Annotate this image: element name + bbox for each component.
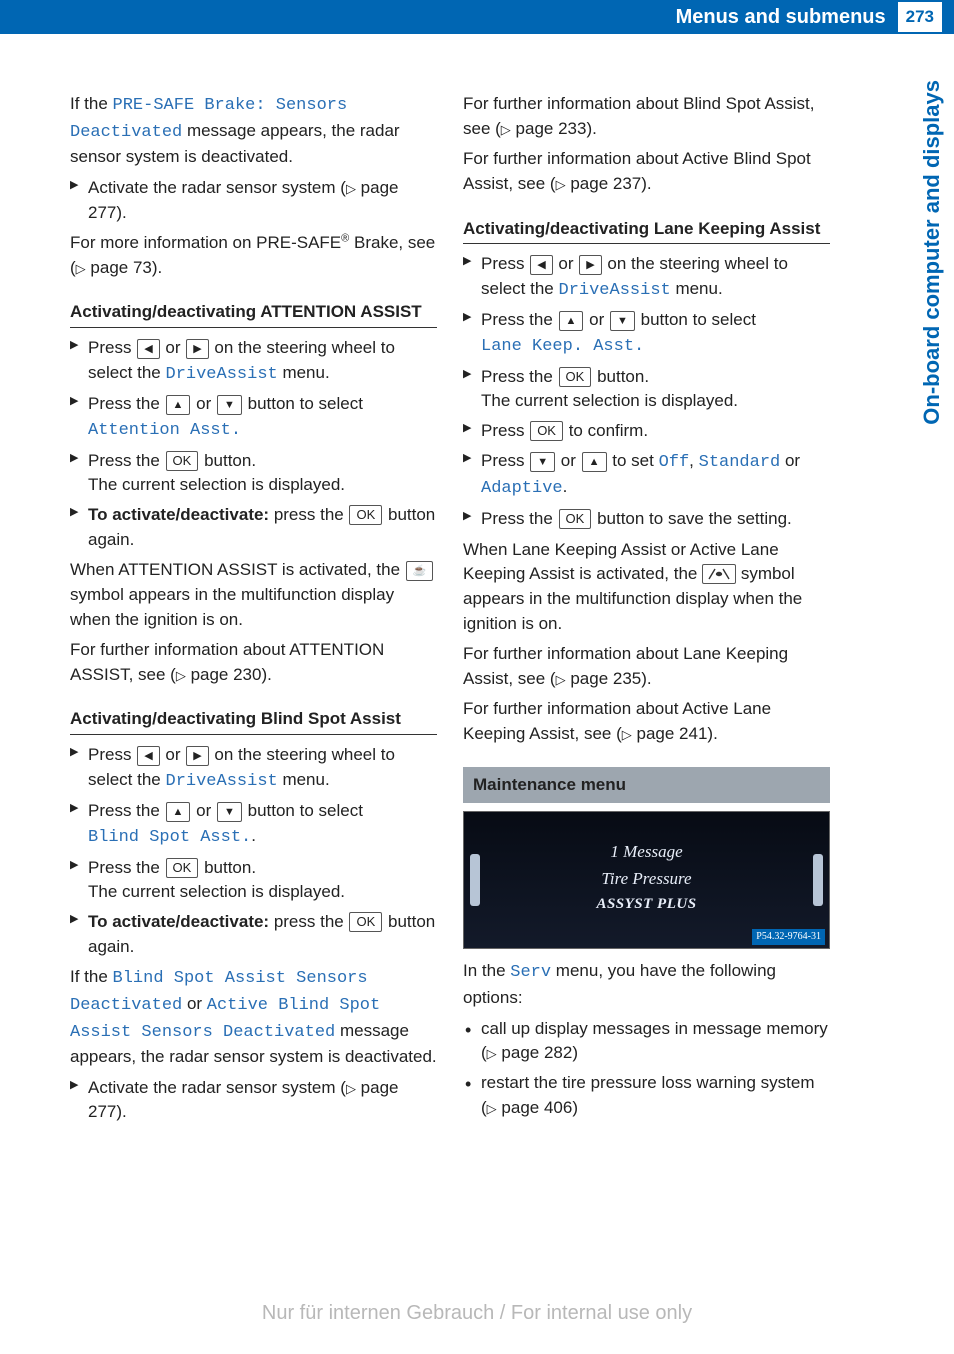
display-text: Adaptive	[481, 479, 563, 498]
attention-more-info: For further information about ATTENTION …	[70, 638, 437, 687]
display-text: Lane Keep. Asst.	[481, 337, 644, 356]
display-line-3: ASSYST PLUS	[464, 894, 829, 916]
down-arrow-key-icon: ▼	[610, 311, 635, 331]
page-number: 273	[896, 0, 944, 34]
left-column: If the PRE-SAFE Brake: Sensors Deactivat…	[70, 86, 437, 1130]
right-arrow-key-icon: ▶	[579, 255, 601, 275]
ref-icon: ▷	[556, 672, 566, 687]
presafe-deactivated-note: If the PRE-SAFE Brake: Sensors Deactivat…	[70, 92, 437, 170]
step: Press ◀ or ▶ on the steering wheel to se…	[70, 336, 437, 387]
right-arrow-key-icon: ▶	[186, 746, 208, 766]
down-arrow-key-icon: ▼	[217, 395, 242, 415]
step: To activate/deactivate: press the OK but…	[70, 910, 437, 959]
ok-key-icon: OK	[530, 421, 563, 441]
ok-key-icon: OK	[349, 505, 382, 525]
step: Press ▼ or ▲ to set Off, Standard or Ada…	[463, 449, 830, 502]
display-text: Standard	[699, 453, 781, 472]
right-arrow-key-icon: ▶	[186, 339, 208, 359]
alka-more-info: For further information about Active Lan…	[463, 697, 830, 746]
watermark-footer: Nur für internen Gebrauch / For internal…	[0, 1299, 954, 1328]
up-arrow-key-icon: ▲	[559, 311, 584, 331]
up-arrow-key-icon: ▲	[166, 802, 191, 822]
instrument-display-image: 1 Message Tire Pressure ASSYST PLUS P54.…	[463, 811, 830, 949]
lka-more-info: For further information about Lane Keepi…	[463, 642, 830, 691]
attention-assist-heading: Activating/deactivating ATTENTION ASSIST	[70, 300, 437, 328]
list-item: restart the tire pressure loss warning s…	[463, 1071, 830, 1120]
step: Press the ▲ or ▼ button to select Lane K…	[463, 308, 830, 359]
up-arrow-key-icon: ▲	[582, 452, 607, 472]
step: Press the OK button to save the setting.	[463, 507, 830, 532]
display-right-indicator	[813, 854, 823, 906]
step: Press the ▲ or ▼ button to select Attent…	[70, 392, 437, 443]
bsa-more-info: For further information about Blind Spot…	[463, 92, 830, 141]
step: Press ◀ or ▶ on the steering wheel to se…	[463, 252, 830, 303]
display-text: DriveAssist	[559, 281, 671, 300]
section-tab-label: On-board computer and displays	[916, 80, 948, 425]
step-activate-radar: Activate the radar sensor system (▷ page…	[70, 1076, 437, 1125]
ref-icon: ▷	[346, 181, 356, 196]
display-text: DriveAssist	[166, 365, 278, 384]
display-text: Blind Spot Asst.	[88, 828, 251, 847]
ok-key-icon: OK	[166, 858, 199, 878]
ok-key-icon: OK	[166, 451, 199, 471]
right-column: For further information about Blind Spot…	[463, 86, 830, 1130]
step: Press the ▲ or ▼ button to select Blind …	[70, 799, 437, 850]
attention-activated-note: When ATTENTION ASSIST is activated, the …	[70, 558, 437, 632]
ref-icon: ▷	[487, 1101, 497, 1116]
ref-icon: ▷	[556, 177, 566, 192]
ref-icon: ▷	[76, 261, 86, 276]
display-text: DriveAssist	[166, 772, 278, 791]
header-title: Menus and submenus	[676, 3, 896, 32]
image-reference-tag: P54.32-9764-31	[752, 929, 825, 946]
lane-keep-symbol-icon	[702, 564, 736, 584]
page-header: Menus and submenus 273	[0, 0, 954, 34]
ref-icon: ▷	[346, 1081, 356, 1096]
down-arrow-key-icon: ▼	[530, 452, 555, 472]
display-left-indicator	[470, 854, 480, 906]
section-tab: On-board computer and displays	[916, 80, 948, 425]
blind-spot-heading: Activating/deactivating Blind Spot Assis…	[70, 707, 437, 735]
list-item: call up display messages in message memo…	[463, 1017, 830, 1066]
step: To activate/deactivate: press the OK but…	[70, 503, 437, 552]
ref-icon: ▷	[501, 122, 511, 137]
left-arrow-key-icon: ◀	[530, 255, 552, 275]
lka-activated-note: When Lane Keeping Assist or Active Lane …	[463, 538, 830, 637]
ok-key-icon: OK	[559, 367, 592, 387]
ref-icon: ▷	[487, 1046, 497, 1061]
step: Press the OK button. The current selecti…	[70, 856, 437, 905]
up-arrow-key-icon: ▲	[166, 395, 191, 415]
down-arrow-key-icon: ▼	[217, 802, 242, 822]
left-arrow-key-icon: ◀	[137, 339, 159, 359]
ref-icon: ▷	[176, 668, 186, 683]
page-content: If the PRE-SAFE Brake: Sensors Deactivat…	[0, 34, 890, 1150]
bsa-deactivated-note: If the Blind Spot Assist Sensors Deactiv…	[70, 965, 437, 1070]
display-text: Attention Asst.	[88, 421, 241, 440]
ok-key-icon: OK	[559, 509, 592, 529]
display-line-2: Tire Pressure	[464, 867, 829, 892]
display-text: Serv	[510, 963, 551, 982]
step: Press the OK button. The current selecti…	[70, 449, 437, 498]
display-line-1: 1 Message	[464, 840, 829, 865]
step: Press OK to confirm.	[463, 419, 830, 444]
left-arrow-key-icon: ◀	[137, 746, 159, 766]
ref-icon: ▷	[622, 727, 632, 742]
step: Press ◀ or ▶ on the steering wheel to se…	[70, 743, 437, 794]
step-activate-radar: Activate the radar sensor system (▷ page…	[70, 176, 437, 225]
serv-menu-intro: In the Serv menu, you have the following…	[463, 959, 830, 1010]
lane-keep-heading: Activating/deactivating Lane Keeping Ass…	[463, 217, 830, 245]
coffee-cup-key-icon: ☕	[406, 561, 434, 581]
step: Press the OK button. The current selecti…	[463, 365, 830, 414]
absa-more-info: For further information about Active Bli…	[463, 147, 830, 196]
ok-key-icon: OK	[349, 912, 382, 932]
maintenance-menu-heading: Maintenance menu	[463, 767, 830, 804]
display-text: Off	[659, 453, 690, 472]
presafe-more-info: For more information on PRE-SAFE® Brake,…	[70, 231, 437, 280]
